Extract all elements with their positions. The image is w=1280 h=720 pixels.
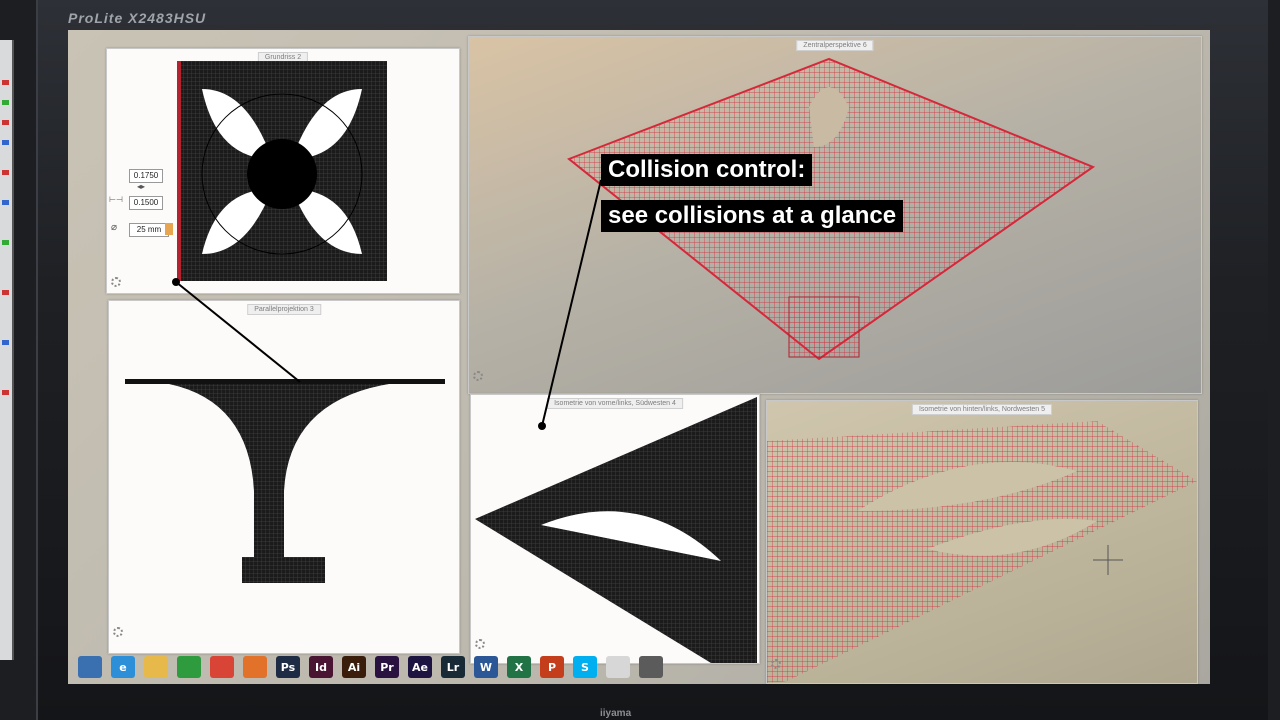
- taskbar-excel-icon[interactable]: X: [507, 656, 531, 678]
- viewport-isometric-nw[interactable]: Isometrie von hinten/links, Nordwesten 5: [766, 400, 1198, 684]
- screen: Grundriss 2 0.1750 ◂▸ ⊢⊣ 0.1500 ⌀ 25 mm: [68, 30, 1210, 684]
- monitor-logo: iiyama: [600, 708, 632, 719]
- taskbar-windows-start-icon[interactable]: [78, 656, 102, 678]
- taskbar-photoshop-icon[interactable]: Ps: [276, 656, 300, 678]
- taskbar-indesign-icon[interactable]: Id: [309, 656, 333, 678]
- cursor-crosshair-icon: [1093, 545, 1123, 575]
- settings-gear-icon[interactable]: [475, 639, 485, 649]
- taskbar-lightroom-icon[interactable]: Lr: [441, 656, 465, 678]
- taskbar-word-icon[interactable]: W: [474, 656, 498, 678]
- dimension-field-1[interactable]: 0.1750: [129, 169, 163, 183]
- taskbar-cad-app-icon[interactable]: [606, 656, 630, 678]
- elevation-mesh-drawing: [125, 379, 445, 583]
- taskbar-file-explorer-icon[interactable]: [144, 656, 168, 678]
- diameter-dropdown[interactable]: 25 mm: [129, 223, 169, 237]
- viewport-plan[interactable]: Grundriss 2 0.1750 ◂▸ ⊢⊣ 0.1500 ⌀ 25 mm: [106, 48, 460, 294]
- viewport-isometric-sw[interactable]: Isometrie von vorne/links, Südwesten 4: [470, 394, 760, 664]
- taskbar-after-effects-icon[interactable]: Ae: [408, 656, 432, 678]
- viewport-elevation[interactable]: Parallelprojektion 3: [108, 300, 460, 654]
- adjacent-monitor-toolbar: [0, 40, 14, 660]
- windows-taskbar: e Ps Id Ai Pr Ae Lr W X P S: [72, 650, 758, 684]
- callout-subtitle: see collisions at a glance: [601, 200, 904, 232]
- taskbar-other-app-icon[interactable]: [639, 656, 663, 678]
- isometric-red-mesh-drawing: [767, 421, 1197, 683]
- width-icon: ⊢⊣: [109, 195, 123, 204]
- settings-gear-icon[interactable]: [113, 627, 123, 637]
- taskbar-illustrator-icon[interactable]: Ai: [342, 656, 366, 678]
- taskbar-skype-icon[interactable]: S: [573, 656, 597, 678]
- taskbar-store-icon[interactable]: [177, 656, 201, 678]
- diameter-icon: ⌀: [111, 222, 118, 233]
- arrow-icon: ◂▸: [137, 182, 146, 191]
- taskbar-internet-explorer-icon[interactable]: e: [111, 656, 135, 678]
- callout-title: Collision control:: [601, 154, 813, 186]
- taskbar-chrome-icon[interactable]: [210, 656, 234, 678]
- dimension-field-2[interactable]: 0.1500: [129, 196, 163, 210]
- isometric-black-mesh-drawing: [475, 397, 757, 663]
- monitor-brand: ProLite X2483HSU: [68, 10, 207, 26]
- settings-gear-icon[interactable]: [111, 277, 121, 287]
- settings-gear-icon[interactable]: [473, 371, 483, 381]
- taskbar-premiere-icon[interactable]: Pr: [375, 656, 399, 678]
- settings-gear-icon[interactable]: [771, 659, 781, 669]
- taskbar-powerpoint-icon[interactable]: P: [540, 656, 564, 678]
- taskbar-firefox-icon[interactable]: [243, 656, 267, 678]
- dropdown-arrow-icon[interactable]: [165, 223, 173, 235]
